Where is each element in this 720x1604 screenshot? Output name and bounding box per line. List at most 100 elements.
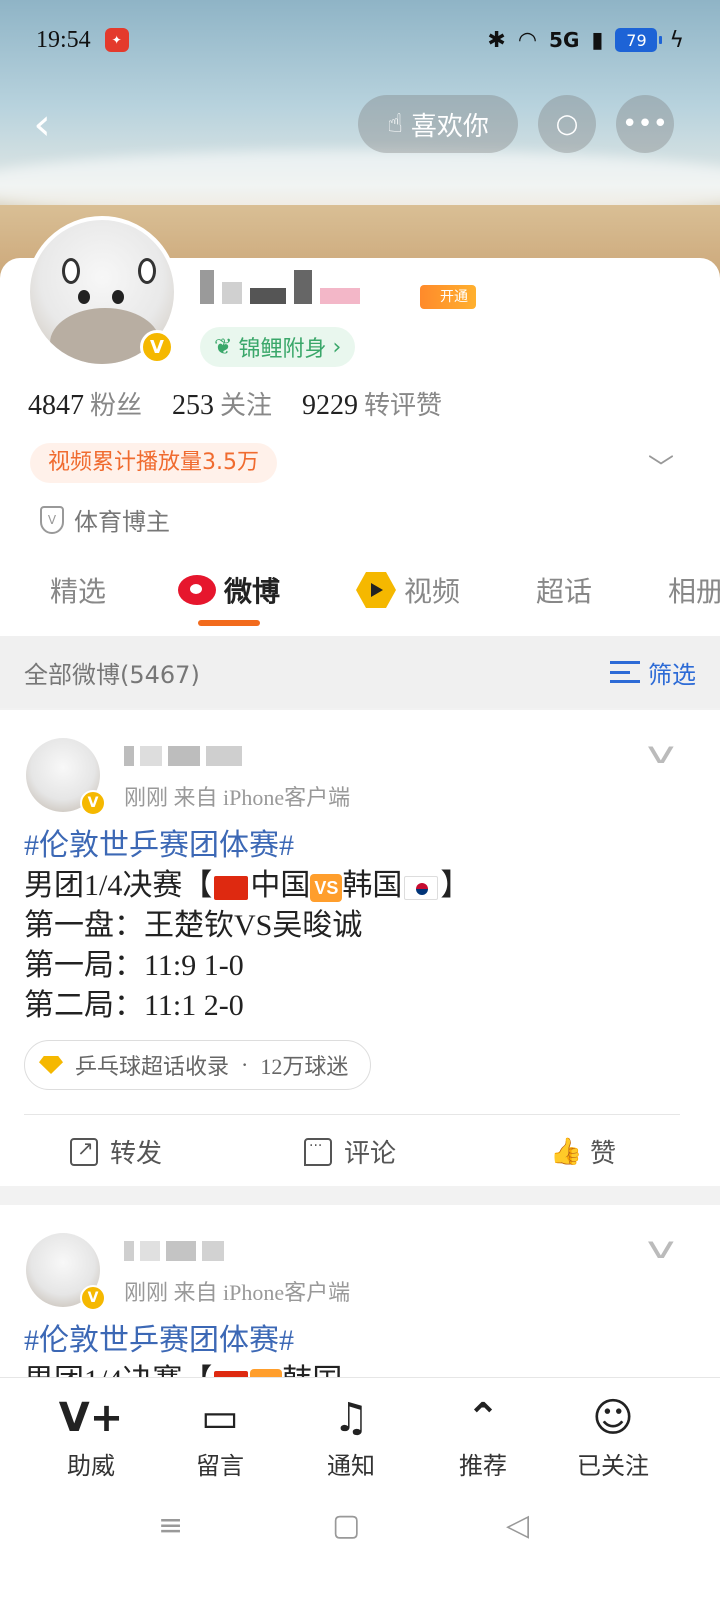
vs-icon: [250, 1369, 283, 1377]
filter-button[interactable]: 筛选: [610, 655, 696, 690]
koi-badge[interactable]: ❦ 锦鲤附身 ›: [200, 327, 356, 367]
comment-button[interactable]: 评论: [304, 1133, 396, 1170]
post-line: 第一局：11:9 1-0: [24, 949, 244, 982]
post-line: 第二局：11:1 2-0: [24, 989, 244, 1022]
stat-label: 粉丝: [90, 391, 143, 421]
stat-label: 关注: [220, 391, 273, 421]
like-you-button[interactable]: ☝ 喜欢你: [358, 95, 518, 153]
stat-following[interactable]: 253 关注: [172, 385, 272, 422]
tab-featured[interactable]: 精选: [50, 570, 106, 610]
post-text: 韩国: [342, 869, 403, 902]
search-button[interactable]: ○: [538, 95, 596, 153]
wifi-icon: ◠: [517, 27, 538, 53]
share-label: 转发: [110, 1139, 163, 1169]
open-membership-badge[interactable]: 开通: [420, 285, 476, 309]
comment-label: 评论: [344, 1139, 397, 1169]
post-menu-chevron-icon[interactable]: v: [647, 736, 675, 771]
tab-label: 相册: [668, 575, 720, 608]
notify-button[interactable]: ♫ 通知: [296, 1394, 406, 1481]
video-logo-icon: [356, 572, 396, 608]
user-check-icon: ☺: [592, 1395, 634, 1441]
tab-label: 微博: [224, 575, 281, 608]
post-hashtag[interactable]: #伦敦世乒赛团体赛#: [24, 826, 470, 866]
topic-label: 乒乓球超话收录: [75, 1054, 230, 1079]
following-button[interactable]: ☺ 已关注: [558, 1394, 668, 1481]
stat-reposts-comments-likes[interactable]: 9229 转评赞: [302, 385, 442, 422]
china-flag-icon: [214, 876, 249, 901]
post-line: 第一盘：王楚钦VS吴晙诚: [24, 909, 363, 942]
recommend-button[interactable]: ⌃ 推荐: [428, 1394, 538, 1481]
tab-label: 视频: [404, 575, 461, 608]
post-menu-chevron-icon[interactable]: v: [647, 1231, 675, 1266]
avatar-eye: [112, 290, 124, 304]
status-time: 19:54: [36, 26, 91, 53]
filter-bar: 全部微博(5467) 筛选: [0, 636, 720, 708]
weibo-post: V 刚刚 来自 iPhone客户端 v #伦敦世乒赛团体赛# 男团1/4决赛【 韩…: [0, 1205, 720, 1377]
following-label: 已关注: [577, 1452, 649, 1480]
like-you-label: 喜欢你: [410, 111, 489, 142]
post-line-match: 男团1/4决赛【 中国 VS 韩国 】: [24, 866, 470, 906]
post-hashtag[interactable]: #伦敦世乒赛团体赛#: [24, 1321, 342, 1361]
share-button[interactable]: 转发: [70, 1133, 162, 1170]
avatar-ear: [62, 258, 80, 284]
post-actions: 转发 评论 👍 赞: [0, 1115, 720, 1185]
system-navigation-bar: ≡ ▢ ◁: [0, 1488, 720, 1568]
vs-icon: VS: [310, 874, 343, 903]
hand-icon: ☝: [387, 109, 403, 139]
profile-category: V 体育博主: [40, 502, 170, 537]
tab-supertopic[interactable]: 超话: [536, 570, 592, 610]
weibo-post: V 刚刚 来自 iPhone客户端 v #伦敦世乒赛团体赛# 男团1/4决赛【 中…: [0, 710, 720, 1186]
filter-icon: [610, 661, 640, 683]
video-play-count-tag[interactable]: 视频累计播放量3.5万: [30, 443, 277, 483]
post-text: 】: [440, 869, 471, 902]
post-body: #伦敦世乒赛团体赛# 男团1/4决赛【 中国 VS 韩国】 第一盘：王楚钦VS吴晙诚 …: [24, 826, 470, 1026]
post-text: 中国: [250, 869, 311, 902]
back-triangle-icon[interactable]: ◁: [506, 1508, 529, 1543]
post-avatar[interactable]: V: [26, 738, 106, 816]
profile-stats: 4847 粉丝 253 关注 9229 转评赞: [28, 385, 442, 422]
korea-flag-icon: [404, 876, 439, 901]
chevron-up-circle-icon: ⌃: [466, 1395, 500, 1441]
post-text: 男团1/4决赛【: [24, 1364, 212, 1377]
stat-value: 9229: [302, 390, 359, 421]
shield-icon: V: [40, 505, 64, 534]
notify-label: 通知: [327, 1452, 375, 1480]
stat-value: 253: [172, 390, 215, 421]
home-icon[interactable]: ▢: [332, 1508, 360, 1543]
battery-level: 79: [615, 28, 663, 52]
menu-icon[interactable]: ≡: [158, 1508, 183, 1543]
verified-badge-icon: V: [80, 1285, 106, 1311]
message-button[interactable]: ▭ 留言: [165, 1394, 275, 1481]
share-icon: [70, 1136, 98, 1166]
post-line-match: 男团1/4决赛【 韩国: [24, 1361, 342, 1377]
like-label: 赞: [590, 1139, 617, 1169]
stat-label: 转评赞: [364, 391, 443, 421]
stat-fans[interactable]: 4847 粉丝: [28, 385, 142, 422]
post-text: 男团1/4决赛【: [24, 869, 213, 902]
status-bar: 19:54 ✦ ✱ ◠ 5G ▮ 79 ϟ: [0, 0, 720, 80]
more-button[interactable]: •••: [616, 95, 674, 153]
cheer-label: 助威: [67, 1452, 115, 1480]
bottom-action-bar: V+ 助威 ▭ 留言 ♫ 通知 ⌃ 推荐 ☺ 已关注 ≡ ▢ ◁: [0, 1377, 720, 1604]
top-nav: ‹ ☝ 喜欢你 ○ •••: [0, 95, 720, 155]
post-meta: 刚刚 来自 iPhone客户端: [124, 1280, 351, 1305]
expand-profile-chevron-icon[interactable]: ﹀: [648, 448, 674, 485]
tab-video[interactable]: 视频: [356, 570, 460, 610]
like-button[interactable]: 👍 赞: [550, 1133, 616, 1170]
topic-count: 12万球迷: [260, 1054, 349, 1079]
post-avatar[interactable]: V: [26, 1233, 106, 1311]
post-text: 韩国: [282, 1364, 342, 1377]
dot-separator: ·: [241, 1052, 249, 1077]
message-icon: ▭: [201, 1395, 239, 1441]
bell-icon: ♫: [333, 1395, 369, 1441]
bluetooth-icon: ✱: [487, 27, 506, 53]
supertopic-chip[interactable]: 乒乓球超话收录 · 12万球迷: [24, 1040, 372, 1090]
chevron-right-icon: ›: [332, 334, 342, 360]
thumbs-up-icon: 👍: [550, 1136, 583, 1167]
back-button[interactable]: ‹: [22, 103, 62, 147]
search-icon: ○: [555, 109, 579, 139]
tab-weibo[interactable]: 微博: [178, 570, 280, 610]
charging-icon: ϟ: [669, 27, 684, 53]
cheer-button[interactable]: V+ 助威: [36, 1394, 146, 1481]
tab-album[interactable]: 相册: [668, 570, 720, 610]
